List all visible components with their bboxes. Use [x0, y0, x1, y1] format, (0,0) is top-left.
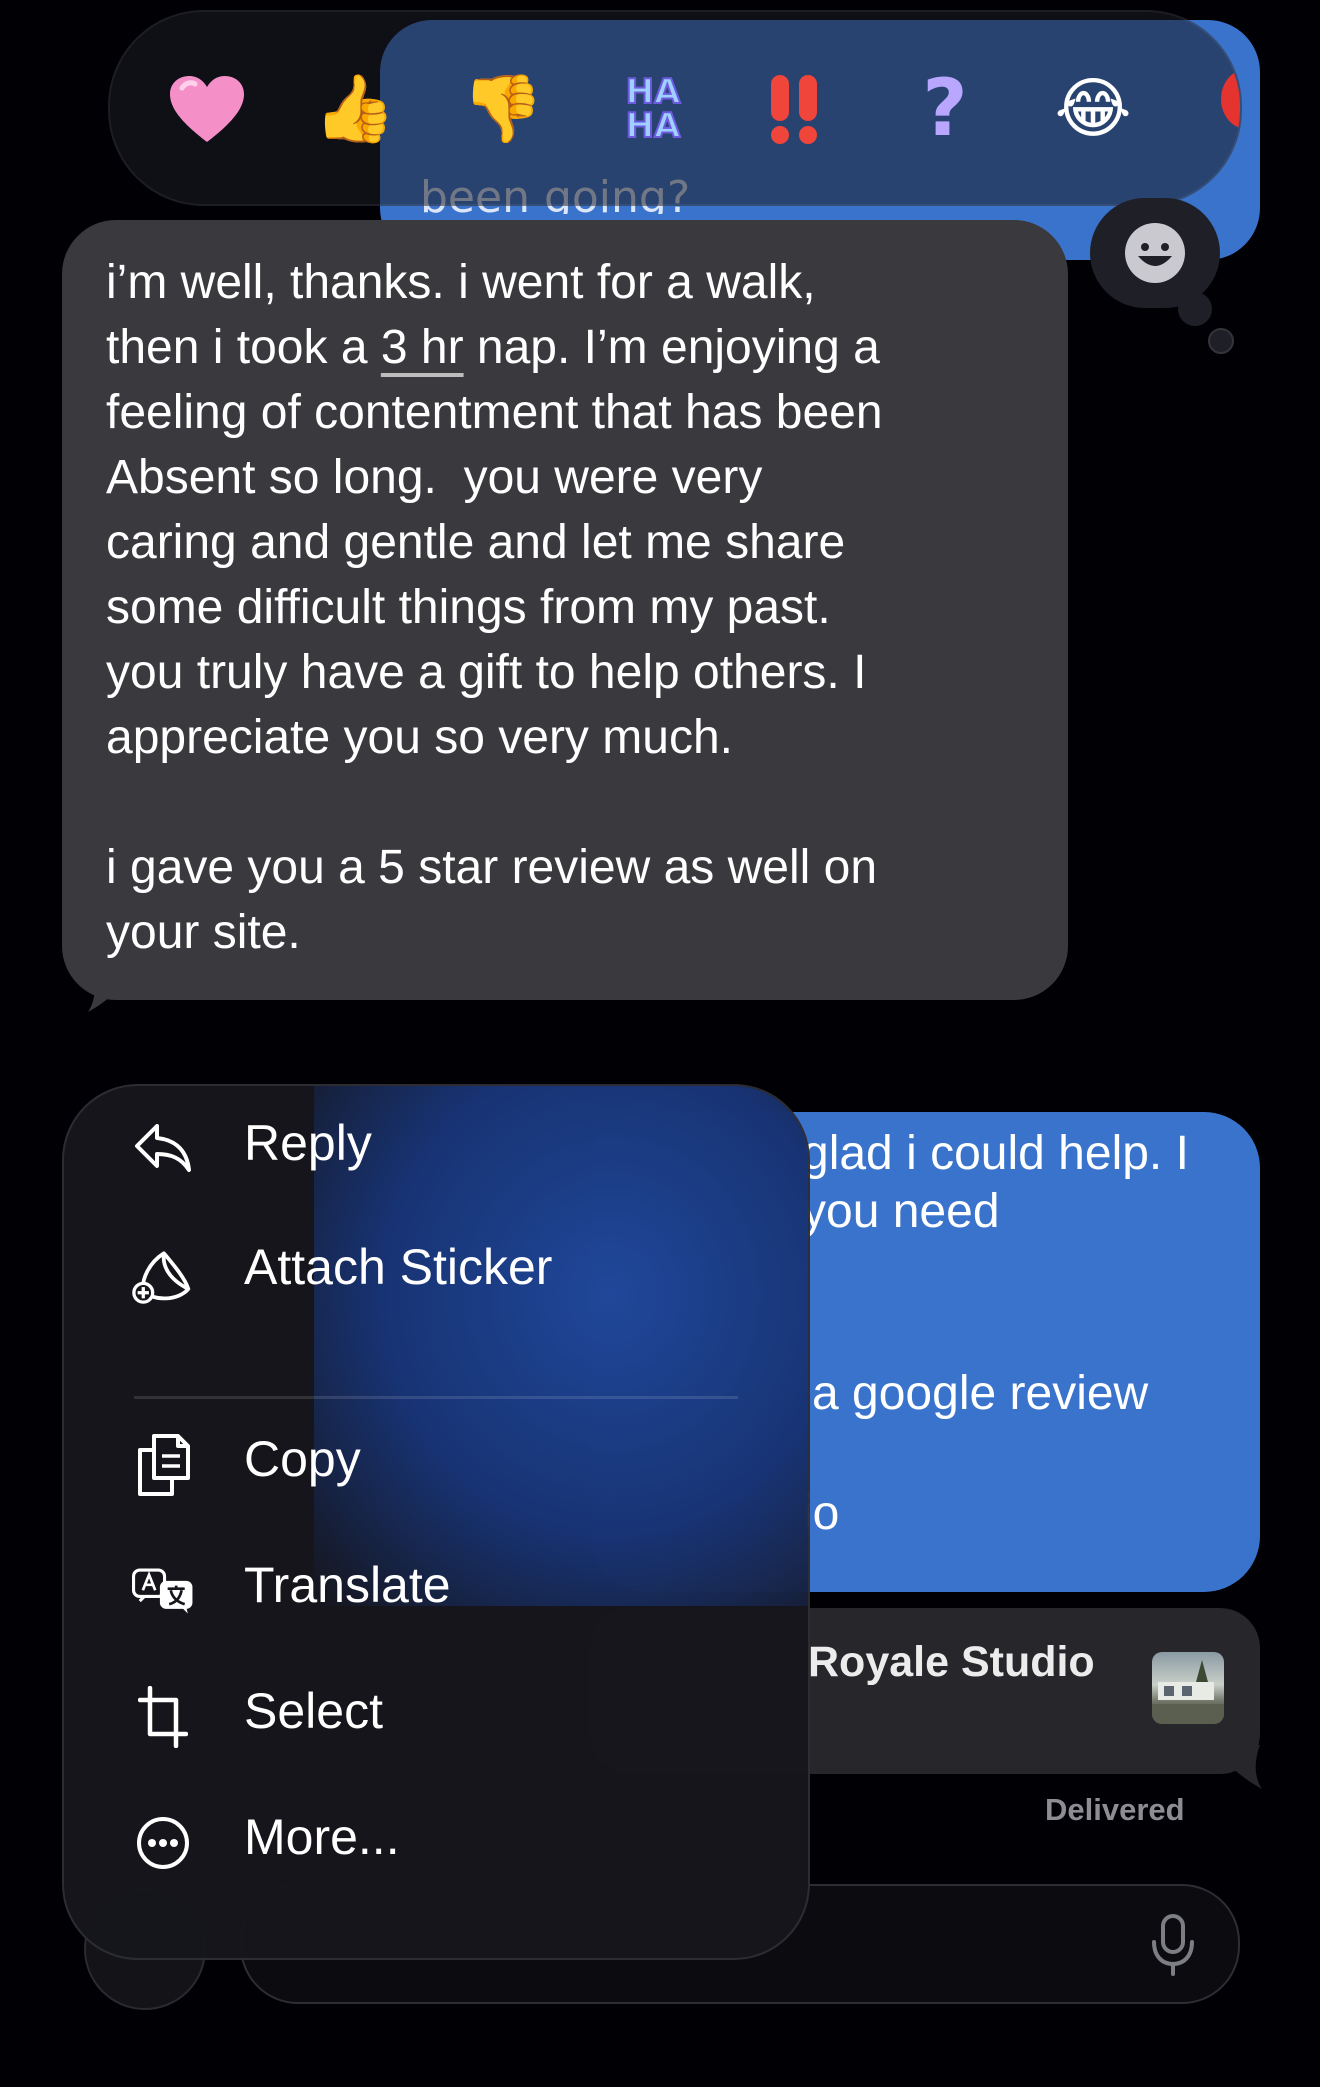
copy-icon	[132, 1434, 194, 1496]
sticker-icon	[132, 1242, 194, 1304]
menu-item-label: Translate	[244, 1557, 451, 1613]
menu-item-label: Copy	[244, 1431, 361, 1487]
menu-item-label: Reply	[244, 1115, 372, 1171]
menu-item-label: More...	[244, 1809, 400, 1865]
menu-item-more[interactable]: More...	[64, 1780, 808, 1906]
laughing-emoji-reaction-icon[interactable]: 😂	[1048, 64, 1138, 154]
reaction-bubble-tail	[1178, 292, 1212, 326]
tapback-reaction-bar: 👍 👎 HA HA ? 😂	[108, 10, 1242, 206]
smiley-icon	[1125, 223, 1185, 283]
link-preview-tail	[1210, 1745, 1262, 1789]
message-context-menu: Reply Attach Sticker Copy Translate Sele…	[62, 1084, 810, 1960]
message-body: feeling of contentment that has been Abs…	[106, 386, 883, 959]
menu-item-label: Select	[244, 1683, 383, 1739]
menu-item-select[interactable]: Select	[64, 1654, 808, 1780]
balloon-reaction-icon[interactable]	[1192, 64, 1240, 154]
thumbs-up-reaction-icon[interactable]: 👍	[310, 64, 400, 154]
translate-icon	[132, 1560, 194, 1622]
received-message-text: i’m well, thanks. i went for a walk, the…	[106, 250, 1046, 965]
crop-select-icon	[132, 1686, 194, 1748]
reaction-bubble-tail-dot	[1208, 328, 1234, 354]
detected-duration-link[interactable]: 3 hr	[381, 321, 464, 374]
question-reaction-icon[interactable]: ?	[900, 64, 990, 154]
message-line: then i took a	[106, 321, 381, 374]
ellipsis-circle-icon	[132, 1812, 194, 1874]
message-line: nap. I’m enjoying a	[463, 321, 880, 374]
microphone-icon[interactable]	[1148, 1912, 1198, 1976]
heart-reaction-icon[interactable]	[162, 64, 252, 154]
menu-item-label: Attach Sticker	[244, 1239, 553, 1295]
received-bubble-tail	[88, 960, 150, 1012]
haha-reaction-icon[interactable]: HA HA	[608, 64, 698, 154]
add-reaction-button[interactable]	[1090, 198, 1220, 308]
sent-message-line: a google review	[812, 1367, 1149, 1420]
menu-item-attach-sticker[interactable]: Attach Sticker	[64, 1210, 808, 1338]
link-preview-title: Royale Studio	[808, 1638, 1095, 1686]
sent-message-line: you need	[802, 1185, 1000, 1238]
delivered-status: Delivered	[1045, 1792, 1185, 1827]
menu-divider	[134, 1396, 738, 1399]
exclamation-reaction-icon[interactable]	[750, 64, 840, 154]
reply-arrow-icon	[132, 1118, 194, 1180]
sent-message-line: glad i could help. I	[802, 1127, 1189, 1180]
menu-item-translate[interactable]: Translate	[64, 1528, 808, 1654]
thumbs-down-reaction-icon[interactable]: 👎	[458, 64, 548, 154]
menu-item-reply[interactable]: Reply	[64, 1086, 808, 1210]
menu-item-copy[interactable]: Copy	[64, 1402, 808, 1528]
message-line: i’m well, thanks. i went for a walk,	[106, 256, 816, 309]
link-preview-thumbnail	[1152, 1652, 1224, 1724]
